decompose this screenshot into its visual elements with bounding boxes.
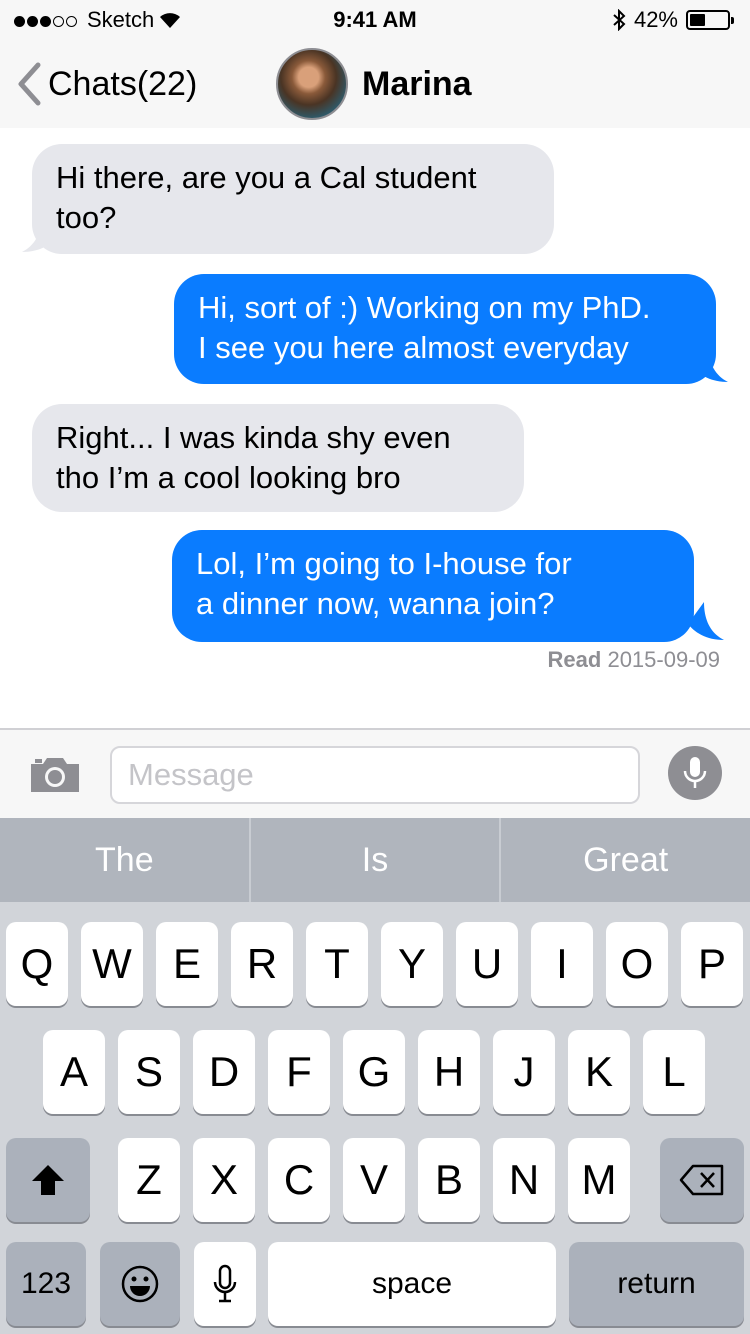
- microphone-button[interactable]: [668, 746, 722, 800]
- chevron-left-icon: [18, 62, 41, 106]
- status-bar: Sketch 9:41 AM 42%: [0, 0, 750, 40]
- status-right: 42%: [612, 7, 734, 33]
- key-e[interactable]: E: [156, 922, 218, 1006]
- navigation-bar: Chats(22) Marina: [0, 40, 750, 128]
- key-o[interactable]: O: [606, 922, 668, 1006]
- key-v[interactable]: V: [343, 1138, 405, 1222]
- contact-name: Marina: [362, 64, 472, 103]
- backspace-icon: [679, 1164, 724, 1196]
- compose-bar: [0, 728, 750, 818]
- message-list: Hi there, are you a Cal student too? Hi,…: [0, 128, 750, 728]
- battery-icon: [686, 10, 734, 30]
- key-k[interactable]: K: [568, 1030, 630, 1114]
- space-key[interactable]: space: [268, 1242, 556, 1326]
- contact-header[interactable]: Marina: [276, 48, 472, 120]
- keyboard: The Is Great Q W E R T Y U I O P A S D F…: [0, 818, 750, 1334]
- camera-icon: [31, 758, 79, 792]
- message-bubble-incoming[interactable]: Right... I was kinda shy even tho I’m a …: [32, 404, 524, 512]
- message-line: a dinner now, wanna join?: [196, 586, 555, 621]
- emoji-key[interactable]: [100, 1242, 180, 1326]
- read-receipt: Read 2015-09-09: [548, 647, 720, 673]
- battery-percentage: 42%: [633, 7, 678, 32]
- emoji-icon: [121, 1265, 159, 1303]
- message-line: Hi there, are you a Cal student: [56, 160, 477, 195]
- key-j[interactable]: J: [493, 1030, 555, 1114]
- avatar[interactable]: [276, 48, 348, 120]
- shift-icon: [32, 1165, 64, 1195]
- key-y[interactable]: Y: [381, 922, 443, 1006]
- back-label: Chats(22): [48, 64, 198, 103]
- read-date: 2015-09-09: [607, 647, 720, 672]
- key-z[interactable]: Z: [118, 1138, 180, 1222]
- key-w[interactable]: W: [81, 922, 143, 1006]
- key-n[interactable]: N: [493, 1138, 555, 1222]
- message-input[interactable]: [110, 746, 640, 804]
- key-i[interactable]: I: [531, 922, 593, 1006]
- key-c[interactable]: C: [268, 1138, 330, 1222]
- key-m[interactable]: M: [568, 1138, 630, 1222]
- key-f[interactable]: F: [268, 1030, 330, 1114]
- read-label: Read: [547, 647, 602, 672]
- key-s[interactable]: S: [118, 1030, 180, 1114]
- camera-button[interactable]: [29, 754, 81, 799]
- bluetooth-icon: [613, 9, 626, 31]
- key-d[interactable]: D: [193, 1030, 255, 1114]
- suggestion-item[interactable]: The: [0, 818, 249, 902]
- message-line: tho I’m a cool looking bro: [56, 460, 401, 495]
- message-bubble-outgoing[interactable]: Hi, sort of :) Working on my PhD. I see …: [174, 274, 716, 384]
- back-button[interactable]: Chats(22): [16, 62, 197, 106]
- key-g[interactable]: G: [343, 1030, 405, 1114]
- message-line: Right... I was kinda shy even: [56, 420, 451, 455]
- key-r[interactable]: R: [231, 922, 293, 1006]
- message-bubble-outgoing[interactable]: Lol, I’m going to I-house for a dinner n…: [172, 530, 694, 642]
- battery-level: [690, 14, 706, 26]
- dictation-key[interactable]: [194, 1242, 256, 1326]
- return-key[interactable]: return: [569, 1242, 744, 1326]
- key-l[interactable]: L: [643, 1030, 705, 1114]
- suggestion-item[interactable]: Great: [501, 818, 750, 902]
- dictation-icon: [213, 1264, 237, 1303]
- key-a[interactable]: A: [43, 1030, 105, 1114]
- numbers-key[interactable]: 123: [6, 1242, 86, 1326]
- message-bubble-incoming[interactable]: Hi there, are you a Cal student too?: [32, 144, 554, 254]
- microphone-icon: [683, 757, 707, 788]
- key-b[interactable]: B: [418, 1138, 480, 1222]
- key-t[interactable]: T: [306, 922, 368, 1006]
- suggestion-bar: The Is Great: [0, 818, 750, 902]
- message-line: I see you here almost everyday: [198, 330, 629, 365]
- message-line: Lol, I’m going to I-house for: [196, 546, 572, 581]
- suggestion-item[interactable]: Is: [251, 818, 500, 902]
- backspace-key[interactable]: [660, 1138, 744, 1222]
- messages-screen: Sketch 9:41 AM 42% Chats(22) Marina Hi t…: [0, 0, 750, 1334]
- key-h[interactable]: H: [418, 1030, 480, 1114]
- key-q[interactable]: Q: [6, 922, 68, 1006]
- message-line: Hi, sort of :) Working on my PhD.: [198, 290, 651, 325]
- message-line: too?: [56, 200, 117, 235]
- key-p[interactable]: P: [681, 922, 743, 1006]
- key-x[interactable]: X: [193, 1138, 255, 1222]
- key-u[interactable]: U: [456, 922, 518, 1006]
- shift-key[interactable]: [6, 1138, 90, 1222]
